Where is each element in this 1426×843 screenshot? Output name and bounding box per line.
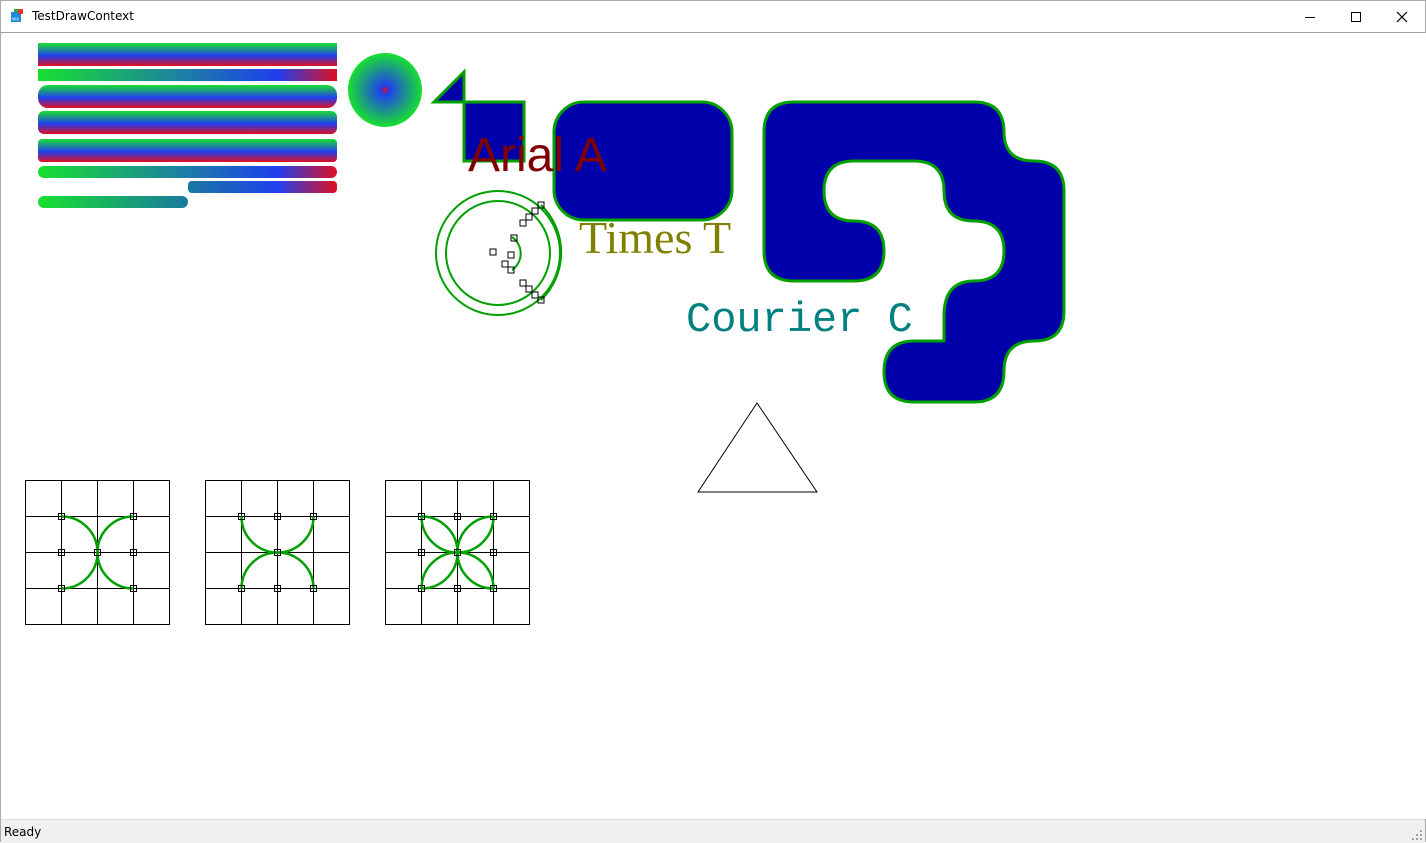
arc-test-circles [435,190,563,316]
gradient-bar [38,196,188,208]
arc-grid-3 [385,480,530,625]
drawing-canvas: Arial A Times T Courier C [25,43,1066,625]
app-window: wx TestDrawContext Arial A Times T Couri… [0,0,1426,843]
minimize-icon [1305,16,1315,18]
arc-grid-2 [205,480,350,625]
maximize-button[interactable] [1333,1,1379,32]
gradient-bar [38,166,337,178]
times-text: Times T [579,212,731,263]
svg-text:wx: wx [12,17,19,23]
title-bar[interactable]: wx TestDrawContext [1,1,1425,33]
close-button[interactable] [1379,1,1425,32]
courier-text: Courier C [686,296,913,344]
gradient-bar [38,69,337,81]
resize-grip-icon[interactable] [1411,829,1423,841]
window-title: TestDrawContext [32,9,134,23]
gradient-bar [188,181,337,193]
arc-grid-1 [25,480,170,625]
gradient-bars [38,43,337,208]
blue-rounded-polygon [762,100,1066,404]
gradient-bar [38,43,337,66]
app-icon: wx [11,9,23,23]
blue-triangle [430,68,466,104]
arial-text: Arial A [468,129,607,182]
status-bar: Ready [1,819,1425,843]
radial-gradient-circle [348,53,422,127]
drawing-area[interactable]: Arial A Times T Courier C [2,33,1426,819]
outline-triangle [697,402,818,493]
status-text: Ready [4,825,42,839]
gradient-bar [38,85,337,108]
minimize-button[interactable] [1287,1,1333,32]
maximize-icon [1351,11,1361,22]
close-icon [1396,11,1408,22]
gradient-bar [38,139,337,162]
gradient-bar [38,111,337,134]
